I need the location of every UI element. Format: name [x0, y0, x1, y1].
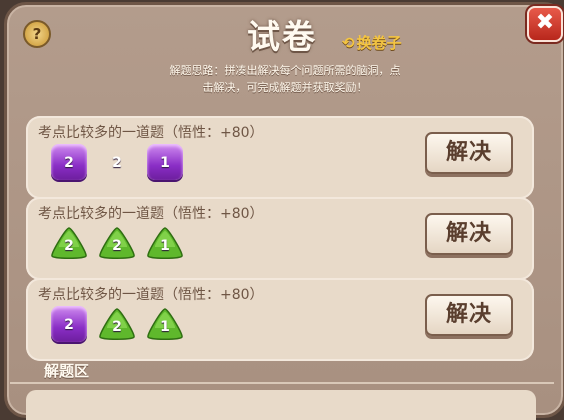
- task-card-3: 考点比较多的一道题（悟性：+80） 2 2 1 解决: [26, 278, 534, 361]
- refresh-icon: ⟲: [342, 34, 355, 52]
- answer-area[interactable]: [26, 390, 536, 420]
- answer-section-label: 解题区: [44, 362, 90, 380]
- green-triangle-gem: 2: [97, 306, 137, 342]
- hint-text: 解题思路：拼凑出解决每个问题所需的脑洞，点 击解决，可完成解题并获取奖励！: [120, 62, 450, 96]
- swap-paper-label: 换卷子: [356, 34, 402, 52]
- task-title: 考点比较多的一道题（悟性：+80）: [38, 125, 264, 141]
- divider: [10, 382, 554, 384]
- gold-diamond-gem: 2: [112, 155, 122, 171]
- task-title: 考点比较多的一道题（悟性：+80）: [38, 287, 264, 303]
- green-triangle-gem: 2: [97, 225, 137, 261]
- close-icon: ✖: [535, 10, 555, 35]
- hint-line-2: 击解决，可完成解题并获取奖励！: [202, 81, 368, 94]
- purple-square-gem: 1: [147, 144, 183, 180]
- page-title: 试卷: [247, 17, 317, 56]
- green-triangle-gem: 1: [145, 306, 185, 342]
- solve-button[interactable]: 解决: [425, 294, 513, 336]
- solve-button[interactable]: 解决: [425, 213, 513, 255]
- close-button[interactable]: ✖: [527, 6, 563, 42]
- green-triangle-gem: 2: [49, 225, 89, 261]
- task-title: 考点比较多的一道题（悟性：+80）: [38, 206, 264, 222]
- solve-button[interactable]: 解决: [425, 132, 513, 174]
- purple-square-gem: 2: [51, 144, 87, 180]
- hint-line-1: 解题思路：拼凑出解决每个问题所需的脑洞，点: [169, 64, 401, 77]
- purple-square-gem: 2: [51, 306, 87, 342]
- task-card-2: 考点比较多的一道题（悟性：+80） 2 2 1 解决: [26, 197, 534, 280]
- task-card-1: 考点比较多的一道题（悟性：+80） 2 2 1 解决: [26, 116, 534, 199]
- swap-paper-button[interactable]: ⟲ 换卷子: [342, 32, 402, 53]
- green-triangle-gem: 1: [145, 225, 185, 261]
